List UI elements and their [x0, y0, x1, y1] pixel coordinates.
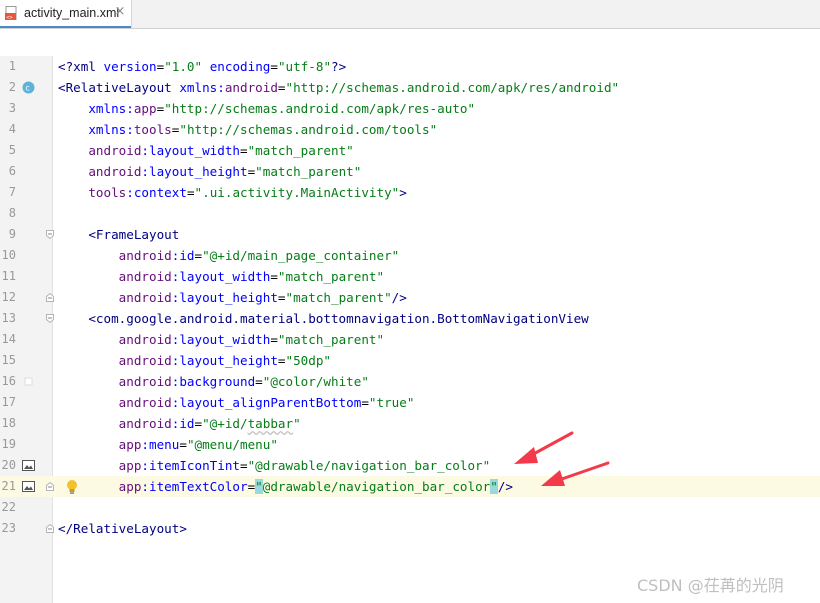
tab-activity-main-xml[interactable]: <> activity_main.xml × — [0, 0, 132, 28]
code-line[interactable]: 9 <FrameLayout — [0, 224, 820, 245]
code-text: xmlns:tools="http://schemas.android.com/… — [88, 122, 438, 137]
line-number: 15 — [1, 353, 16, 367]
code-text: tools:context=".ui.activity.MainActivity… — [88, 185, 407, 200]
line-number: 1 — [8, 59, 16, 73]
line-number: 10 — [1, 248, 16, 262]
line-number: 17 — [1, 395, 16, 409]
code-text: android:layout_height="match_parent" — [88, 164, 362, 179]
code-line[interactable]: 5 android:layout_width="match_parent" — [0, 140, 820, 161]
code-text: app:itemIconTint="@drawable/navigation_b… — [118, 458, 491, 473]
line-number: 21 — [1, 479, 16, 493]
close-tab-icon[interactable]: × — [113, 5, 127, 19]
code-line[interactable]: 3 xmlns:app="http://schemas.android.com/… — [0, 98, 820, 119]
code-line[interactable]: 17 android:layout_alignParentBottom="tru… — [0, 392, 820, 413]
code-line[interactable]: 6 android:layout_height="match_parent" — [0, 161, 820, 182]
code-text: app:itemTextColor="@drawable/navigation_… — [118, 479, 513, 494]
line-number: 19 — [1, 437, 16, 451]
csdn-watermark: CSDN @茌苒的光阴 — [637, 576, 784, 595]
image-icon[interactable] — [22, 459, 35, 472]
code-text: android:layout_width="match_parent" — [118, 269, 385, 284]
line-number: 16 — [1, 374, 16, 388]
editor-tab-bar: <> activity_main.xml × — [0, 0, 820, 29]
code-text: android:layout_height="50dp" — [118, 353, 331, 368]
line-number: 20 — [1, 458, 16, 472]
code-line[interactable]: 12 android:layout_height="match_parent"/… — [0, 287, 820, 308]
code-text: android:layout_height="match_parent"/> — [118, 290, 407, 305]
code-line[interactable]: 15 android:layout_height="50dp" — [0, 350, 820, 371]
line-number: 4 — [8, 122, 16, 136]
code-text: android:id="@+id/tabbar" — [118, 416, 301, 431]
code-text: <?xml version="1.0" encoding="utf-8"?> — [58, 59, 347, 74]
code-line[interactable]: 1 <?xml version="1.0" encoding="utf-8"?> — [0, 56, 820, 77]
line-number: 14 — [1, 332, 16, 346]
code-line[interactable]: 10 android:id="@+id/main_page_container" — [0, 245, 820, 266]
code-text: android:id="@+id/main_page_container" — [118, 248, 400, 263]
tab-label: activity_main.xml — [24, 6, 120, 20]
line-number: 3 — [8, 101, 16, 115]
code-text: <com.google.android.material.bottomnavig… — [88, 311, 589, 326]
code-line[interactable]: 21 app:itemTextColor="@drawable/navigati… — [0, 476, 820, 497]
code-line[interactable]: 14 android:layout_width="match_parent" — [0, 329, 820, 350]
xml-file-icon: <> — [5, 6, 17, 21]
line-number: 23 — [1, 521, 16, 535]
code-line[interactable]: 13 <com.google.android.material.bottomna… — [0, 308, 820, 329]
code-line[interactable]: 20 app:itemIconTint="@drawable/navigatio… — [0, 455, 820, 476]
code-text: android:layout_width="match_parent" — [88, 143, 354, 158]
line-number: 8 — [8, 206, 16, 220]
code-editor[interactable]: 1 <?xml version="1.0" encoding="utf-8"?> 2… — [0, 56, 820, 603]
active-tab-indicator — [0, 26, 131, 28]
color-swatch-icon[interactable] — [22, 375, 35, 388]
code-line[interactable]: 8 — [0, 203, 820, 224]
code-text: <FrameLayout — [88, 227, 180, 242]
line-number: 2 — [8, 80, 16, 94]
code-text: android:layout_alignParentBottom="true" — [118, 395, 415, 410]
svg-text:<>: <> — [6, 15, 13, 21]
code-text: xmlns:app="http://schemas.android.com/ap… — [88, 101, 476, 116]
code-line[interactable]: 16 android:background="@color/white" — [0, 371, 820, 392]
code-line[interactable]: 2 c <RelativeLayout xmlns:android="http://… — [0, 77, 820, 98]
line-number: 6 — [8, 164, 16, 178]
line-number: 7 — [8, 185, 16, 199]
fold-close-icon[interactable] — [46, 293, 54, 302]
code-line[interactable]: 19 app:menu="@menu/menu" — [0, 434, 820, 455]
code-line[interactable]: 4 xmlns:tools="http://schemas.android.co… — [0, 119, 820, 140]
code-line[interactable]: 22 — [0, 497, 820, 518]
class-icon[interactable]: c — [22, 81, 35, 94]
image-icon[interactable] — [22, 480, 35, 493]
fold-open-icon[interactable] — [46, 314, 54, 323]
code-text: app:menu="@menu/menu" — [118, 437, 278, 452]
line-number: 12 — [1, 290, 16, 304]
fold-close-icon[interactable] — [46, 482, 54, 491]
fold-close-icon[interactable] — [46, 524, 54, 533]
code-text: </RelativeLayout> — [58, 521, 187, 536]
code-text: <RelativeLayout xmlns:android="http://sc… — [58, 80, 620, 95]
line-number: 13 — [1, 311, 16, 325]
svg-text:c: c — [25, 84, 29, 93]
code-line[interactable]: 11 android:layout_width="match_parent" — [0, 266, 820, 287]
fold-open-icon[interactable] — [46, 230, 54, 239]
line-number: 22 — [1, 500, 16, 514]
code-text: android:layout_width="match_parent" — [118, 332, 385, 347]
line-number: 11 — [1, 269, 16, 283]
code-line[interactable]: 23 </RelativeLayout> — [0, 518, 820, 539]
line-number: 5 — [8, 143, 16, 157]
code-line[interactable]: 18 android:id="@+id/tabbar" — [0, 413, 820, 434]
code-line[interactable]: 7 tools:context=".ui.activity.MainActivi… — [0, 182, 820, 203]
code-text: android:background="@color/white" — [118, 374, 369, 389]
line-number: 18 — [1, 416, 16, 430]
line-number: 9 — [8, 227, 16, 241]
